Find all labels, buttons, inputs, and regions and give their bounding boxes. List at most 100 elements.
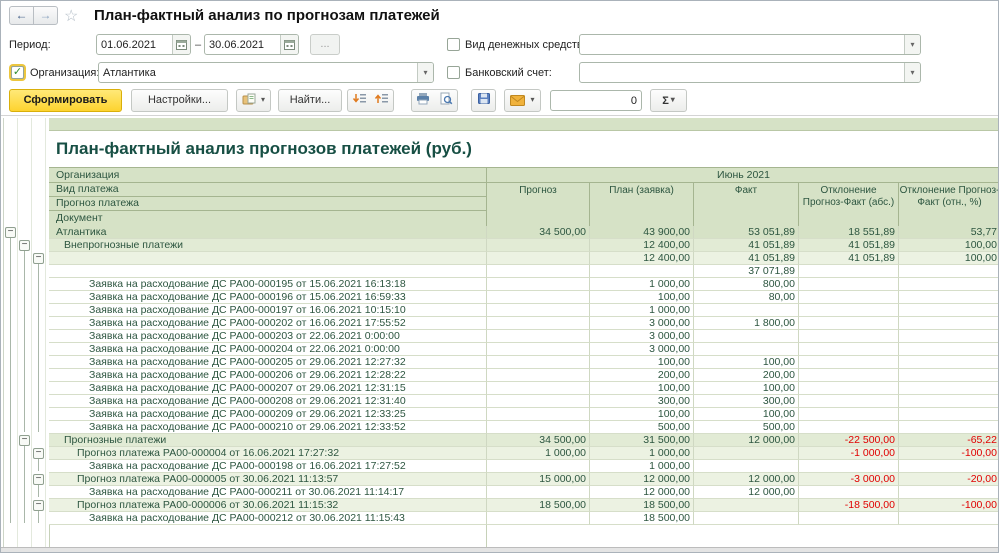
- table-cell[interactable]: 1 800,00: [693, 317, 798, 330]
- table-cell[interactable]: 12 400,00: [589, 252, 693, 265]
- expand-groups-button[interactable]: [347, 89, 371, 112]
- report-variants-button[interactable]: ▾: [236, 89, 271, 112]
- bank-account-combo[interactable]: ▾: [579, 62, 921, 83]
- table-cell[interactable]: [798, 460, 898, 473]
- cash-type-input[interactable]: [580, 35, 904, 54]
- table-cell[interactable]: -100,00: [898, 447, 999, 460]
- table-cell[interactable]: [798, 343, 898, 356]
- table-cell[interactable]: [798, 304, 898, 317]
- forward-button[interactable]: →: [33, 6, 58, 25]
- table-cell[interactable]: [589, 265, 693, 278]
- table-cell[interactable]: 31 500,00: [589, 434, 693, 447]
- table-cell[interactable]: 41 051,89: [798, 239, 898, 252]
- table-cell[interactable]: [798, 421, 898, 434]
- period-to-field[interactable]: [204, 34, 299, 55]
- table-cell[interactable]: -3 000,00: [798, 473, 898, 486]
- table-cell[interactable]: 53 051,89: [693, 226, 798, 239]
- table-cell[interactable]: [898, 460, 999, 473]
- table-cell[interactable]: 12 000,00: [693, 486, 798, 499]
- row-header[interactable]: Прогноз платежа: [49, 197, 486, 211]
- row-label[interactable]: Заявка на расходование ДС РА00-000197 от…: [49, 304, 486, 317]
- collapse-group-button[interactable]: −: [33, 474, 44, 485]
- table-cell[interactable]: 43 900,00: [589, 226, 693, 239]
- table-cell[interactable]: [798, 486, 898, 499]
- row-label[interactable]: [49, 265, 486, 278]
- table-cell[interactable]: [486, 265, 589, 278]
- table-cell[interactable]: [693, 512, 798, 525]
- table-cell[interactable]: [486, 486, 589, 499]
- cash-type-combo[interactable]: ▾: [579, 34, 921, 55]
- table-cell[interactable]: 1 000,00: [589, 278, 693, 291]
- table-cell[interactable]: 500,00: [589, 421, 693, 434]
- table-cell[interactable]: 100,00: [589, 382, 693, 395]
- bank-account-input[interactable]: [580, 63, 904, 82]
- table-cell[interactable]: [798, 512, 898, 525]
- table-cell[interactable]: [898, 317, 999, 330]
- table-cell[interactable]: 100,00: [898, 239, 999, 252]
- table-cell[interactable]: 500,00: [693, 421, 798, 434]
- table-cell[interactable]: 18 500,00: [589, 499, 693, 512]
- generate-button[interactable]: Сформировать: [9, 89, 122, 112]
- table-cell[interactable]: 100,00: [693, 356, 798, 369]
- counter-input[interactable]: [551, 91, 641, 110]
- table-cell[interactable]: [486, 408, 589, 421]
- row-label[interactable]: Заявка на расходование ДС РА00-000206 от…: [49, 369, 486, 382]
- table-cell[interactable]: 34 500,00: [486, 434, 589, 447]
- table-cell[interactable]: [798, 356, 898, 369]
- table-cell[interactable]: [486, 421, 589, 434]
- table-cell[interactable]: [693, 343, 798, 356]
- chevron-down-icon[interactable]: ▾: [904, 63, 920, 82]
- table-cell[interactable]: [798, 265, 898, 278]
- table-cell[interactable]: [798, 395, 898, 408]
- row-label[interactable]: Заявка на расходование ДС РА00-000209 от…: [49, 408, 486, 421]
- table-cell[interactable]: [798, 382, 898, 395]
- collapse-group-button[interactable]: −: [19, 435, 30, 446]
- row-label[interactable]: Заявка на расходование ДС РА00-000211 от…: [49, 486, 486, 499]
- table-cell[interactable]: 100,00: [589, 356, 693, 369]
- column-header[interactable]: Отклонение Прогноз-Факт (абс.): [798, 183, 898, 227]
- print-button[interactable]: [411, 89, 435, 112]
- organization-input[interactable]: [99, 63, 417, 82]
- column-header[interactable]: Отклонение Прогноз-Факт (отн., %): [898, 183, 999, 227]
- row-label[interactable]: Заявка на расходование ДС РА00-000208 от…: [49, 395, 486, 408]
- table-cell[interactable]: [898, 343, 999, 356]
- table-cell[interactable]: [486, 252, 589, 265]
- table-cell[interactable]: [693, 460, 798, 473]
- table-cell[interactable]: 300,00: [693, 395, 798, 408]
- chevron-down-icon[interactable]: ▾: [417, 63, 433, 82]
- row-header[interactable]: Вид платежа: [49, 183, 486, 197]
- table-cell[interactable]: [798, 278, 898, 291]
- collapse-group-button[interactable]: −: [33, 253, 44, 264]
- table-cell[interactable]: 200,00: [693, 369, 798, 382]
- table-cell[interactable]: 1 000,00: [589, 447, 693, 460]
- row-label[interactable]: Заявка на расходование ДС РА00-000205 от…: [49, 356, 486, 369]
- table-cell[interactable]: -18 500,00: [798, 499, 898, 512]
- table-cell[interactable]: 100,00: [898, 252, 999, 265]
- organization-checkbox[interactable]: ✓: [11, 66, 24, 79]
- organization-combo[interactable]: ▾: [98, 62, 434, 83]
- period-to-input[interactable]: [205, 35, 280, 54]
- table-cell[interactable]: 100,00: [589, 291, 693, 304]
- table-cell[interactable]: -1 000,00: [798, 447, 898, 460]
- table-cell[interactable]: [486, 330, 589, 343]
- collapse-groups-button[interactable]: [370, 89, 394, 112]
- table-cell[interactable]: 300,00: [589, 395, 693, 408]
- table-cell[interactable]: 1 000,00: [486, 447, 589, 460]
- row-label[interactable]: Заявка на расходование ДС РА00-000210 от…: [49, 421, 486, 434]
- row-label[interactable]: Заявка на расходование ДС РА00-000202 от…: [49, 317, 486, 330]
- table-cell[interactable]: [898, 304, 999, 317]
- collapse-group-button[interactable]: −: [33, 448, 44, 459]
- table-cell[interactable]: [798, 369, 898, 382]
- send-email-button[interactable]: ▾: [504, 89, 541, 112]
- table-cell[interactable]: [693, 304, 798, 317]
- row-label[interactable]: Атлантика: [49, 226, 486, 239]
- table-cell[interactable]: 41 051,89: [693, 239, 798, 252]
- table-cell[interactable]: 37 071,89: [693, 265, 798, 278]
- table-cell[interactable]: 12 000,00: [589, 473, 693, 486]
- table-cell[interactable]: 1 000,00: [589, 304, 693, 317]
- table-cell[interactable]: [693, 330, 798, 343]
- table-cell[interactable]: [486, 356, 589, 369]
- row-label[interactable]: Заявка на расходование ДС РА00-000196 от…: [49, 291, 486, 304]
- table-cell[interactable]: 3 000,00: [589, 330, 693, 343]
- table-cell[interactable]: [486, 304, 589, 317]
